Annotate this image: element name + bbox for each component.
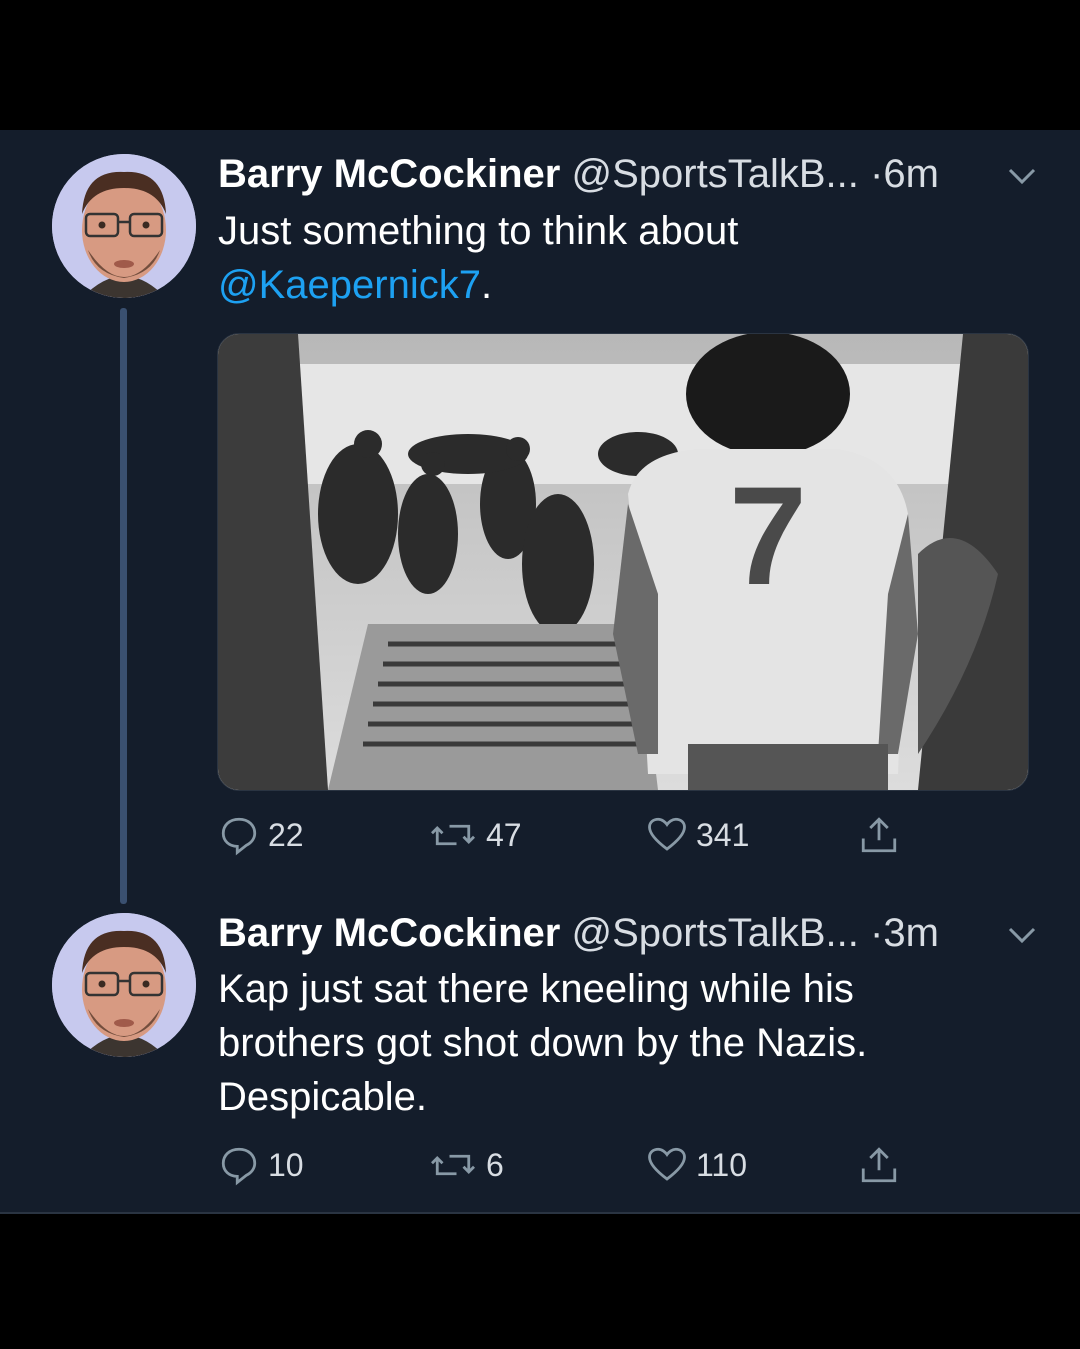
retweet-button[interactable]: 6 [428, 1142, 504, 1188]
like-button[interactable]: 110 [646, 1142, 747, 1188]
share-upload-icon [861, 817, 897, 853]
share-button[interactable] [858, 1142, 908, 1188]
tweet-actions: 22 47 341 [218, 812, 918, 858]
thread-connector-line [120, 308, 127, 904]
separator-dot: · [870, 152, 884, 196]
tweet-body: Kap just sat there kneeling while his br… [218, 967, 868, 1119]
retweet-arrows-icon [431, 824, 475, 846]
timestamp[interactable]: 3m [883, 911, 939, 955]
reply-count: 22 [268, 816, 304, 853]
reply-button[interactable]: 10 [218, 1142, 304, 1188]
like-count: 341 [696, 816, 750, 853]
speech-bubble-icon [221, 817, 257, 856]
tweet-text-punct: . [480, 263, 493, 307]
retweet-count: 6 [486, 1146, 504, 1183]
avatar-face-icon [52, 913, 196, 1057]
chevron-down-icon[interactable] [1004, 158, 1040, 194]
tweet-header: Barry McCockiner @SportsTalkB... ·6m [218, 152, 1040, 196]
tweet-body: Just something to think about @Kaepernic… [218, 204, 978, 312]
timestamp[interactable]: 6m [883, 152, 939, 196]
share-upload-icon [861, 1147, 897, 1183]
retweet-count: 47 [486, 816, 522, 853]
reply-count: 10 [268, 1146, 304, 1183]
user-handle[interactable]: @SportsTalkB... [572, 152, 859, 196]
retweet-button[interactable]: 47 [428, 812, 522, 858]
like-button[interactable]: 341 [646, 812, 749, 858]
chevron-down-icon[interactable] [1004, 917, 1040, 953]
avatar[interactable] [52, 913, 196, 1057]
mention-link[interactable]: @Kaepernick7 [218, 263, 481, 307]
heart-icon [648, 1147, 686, 1181]
like-count: 110 [696, 1146, 748, 1183]
avatar-face-icon [52, 154, 196, 298]
heart-icon [648, 817, 686, 851]
reply-button[interactable]: 22 [218, 812, 304, 858]
user-handle[interactable]: @SportsTalkB... [572, 911, 859, 955]
tweet-header: Barry McCockiner @SportsTalkB... ·3m [218, 911, 1040, 955]
share-button[interactable] [858, 812, 908, 858]
beach-landing-photo: 7 [218, 334, 1028, 790]
display-name[interactable]: Barry McCockiner [218, 152, 560, 196]
tweet-text-line: Just something to think about [218, 209, 739, 253]
display-name[interactable]: Barry McCockiner [218, 911, 560, 955]
avatar[interactable] [52, 154, 196, 298]
jersey-number: 7 [729, 457, 807, 614]
tweet-actions: 10 6 110 [218, 1142, 918, 1188]
retweet-arrows-icon [431, 1154, 475, 1176]
separator-dot: · [870, 911, 884, 955]
speech-bubble-icon [221, 1147, 257, 1186]
divider [0, 1212, 1080, 1214]
tweet-image[interactable]: 7 [217, 333, 1029, 791]
